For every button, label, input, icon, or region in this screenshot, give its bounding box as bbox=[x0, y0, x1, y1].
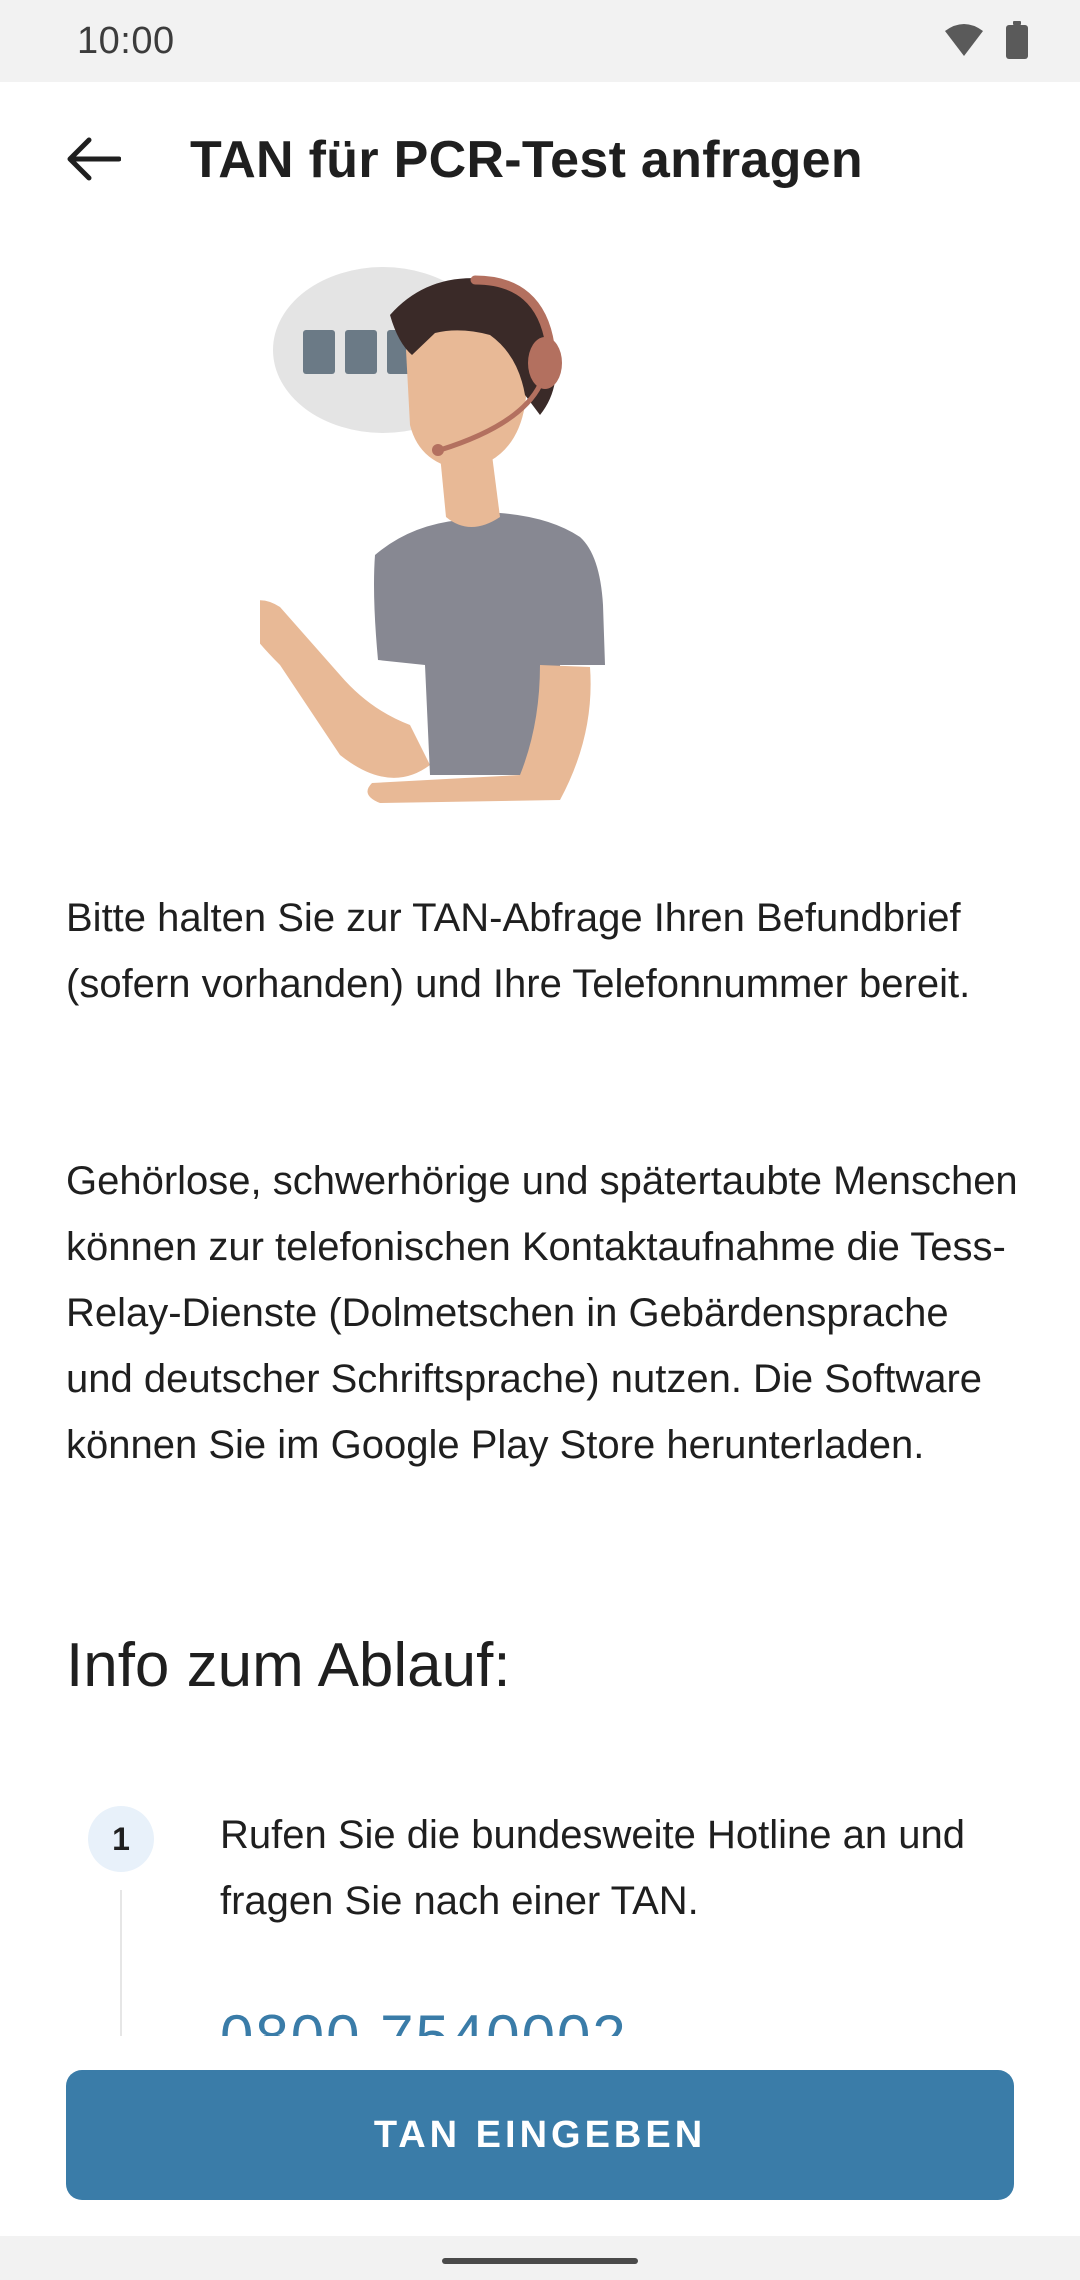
instruction-paragraph: Bitte halten Sie zur TAN-Abfrage Ihren B… bbox=[66, 896, 971, 1006]
gesture-handle[interactable] bbox=[442, 2258, 638, 2264]
hotline-clip: 0800 7540002 bbox=[0, 1990, 1080, 2036]
battery-icon bbox=[1006, 20, 1028, 64]
hotline-agent-illustration bbox=[238, 255, 820, 815]
status-icons bbox=[944, 20, 1028, 64]
hotline-phone-link[interactable]: 0800 7540002 bbox=[220, 2002, 628, 2036]
status-bar: 10:00 bbox=[0, 0, 1080, 82]
wifi-icon bbox=[944, 23, 984, 62]
section-heading: Info zum Ablauf: bbox=[66, 1631, 511, 1700]
arrow-back-icon bbox=[65, 137, 122, 186]
step-number-badge: 1 bbox=[88, 1806, 154, 1872]
accessibility-paragraph: Gehörlose, schwerhörige und spätertaubte… bbox=[66, 1159, 1018, 1467]
enter-tan-button[interactable]: TAN EINGEBEN bbox=[66, 2070, 1014, 2200]
app-bar: TAN für PCR-Test anfragen bbox=[0, 82, 1080, 242]
back-button[interactable] bbox=[48, 116, 138, 206]
step-text: Rufen Sie die bundesweite Hotline an und… bbox=[220, 1813, 965, 1923]
page-title: TAN für PCR-Test anfragen bbox=[190, 131, 863, 189]
status-time: 10:00 bbox=[77, 20, 175, 62]
navigation-bar bbox=[0, 2236, 1080, 2280]
bottom-action-area: TAN EINGEBEN bbox=[0, 2036, 1080, 2236]
screen: 10:00 TAN für PCR-Test anfragen Bitte ha… bbox=[0, 0, 1080, 2280]
